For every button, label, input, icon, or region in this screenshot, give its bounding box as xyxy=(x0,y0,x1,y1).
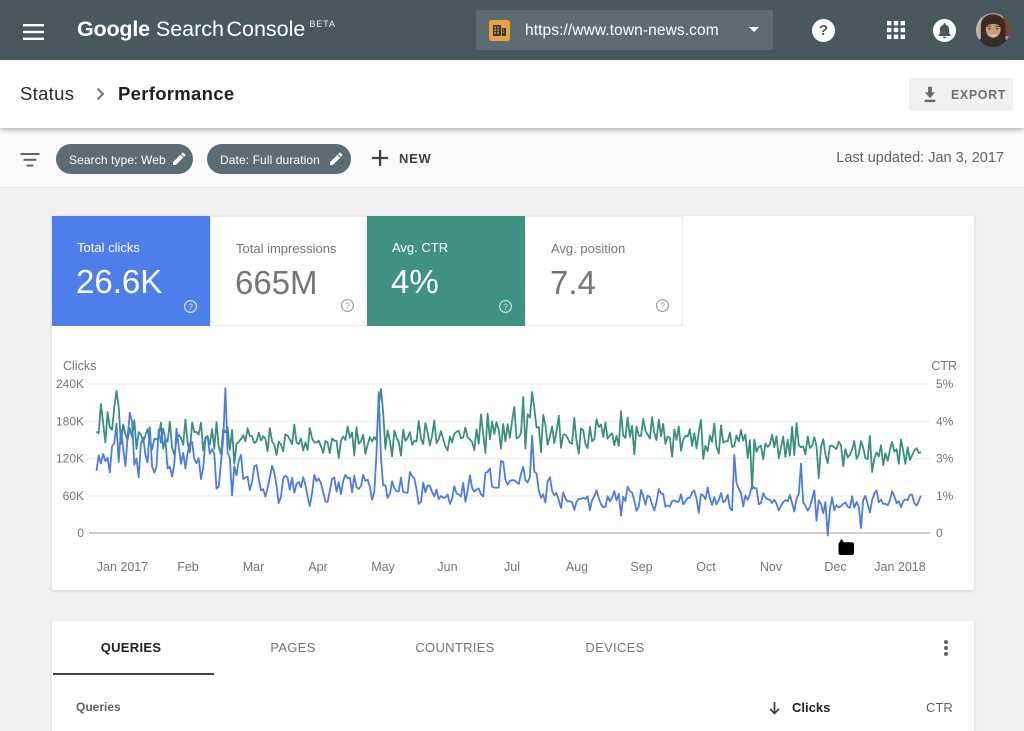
svg-text:Jan 2018: Jan 2018 xyxy=(874,560,925,574)
svg-text:1%: 1% xyxy=(936,489,954,503)
svg-text:CTR: CTR xyxy=(931,359,957,373)
svg-text:0: 0 xyxy=(936,526,943,540)
svg-text:Feb: Feb xyxy=(177,560,199,574)
svg-text:?: ? xyxy=(345,301,350,311)
svg-text:Jan 2017: Jan 2017 xyxy=(97,560,148,574)
svg-text:Sep: Sep xyxy=(630,560,652,574)
svg-text:180K: 180K xyxy=(56,414,84,428)
svg-text:?: ? xyxy=(660,301,665,311)
svg-text:Mar: Mar xyxy=(243,560,265,574)
svg-text:?: ? xyxy=(503,302,508,312)
svg-text:Dec: Dec xyxy=(824,560,846,574)
svg-text:4%: 4% xyxy=(936,414,954,428)
svg-text:Aug: Aug xyxy=(566,560,588,574)
svg-text:Nov: Nov xyxy=(760,560,783,574)
svg-text:5%: 5% xyxy=(936,377,954,391)
svg-text:3%: 3% xyxy=(936,452,954,466)
svg-text:240K: 240K xyxy=(56,377,84,391)
svg-text:May: May xyxy=(371,560,395,574)
svg-text:Apr: Apr xyxy=(308,560,327,574)
svg-text:Clicks: Clicks xyxy=(63,359,96,373)
svg-text:Jul: Jul xyxy=(504,560,520,574)
svg-text:Jun: Jun xyxy=(437,560,457,574)
svg-text:Oct: Oct xyxy=(696,560,716,574)
svg-text:?: ? xyxy=(188,302,193,312)
svg-text:120K: 120K xyxy=(56,452,84,466)
svg-text:0: 0 xyxy=(77,526,84,540)
svg-text:60K: 60K xyxy=(63,489,84,503)
